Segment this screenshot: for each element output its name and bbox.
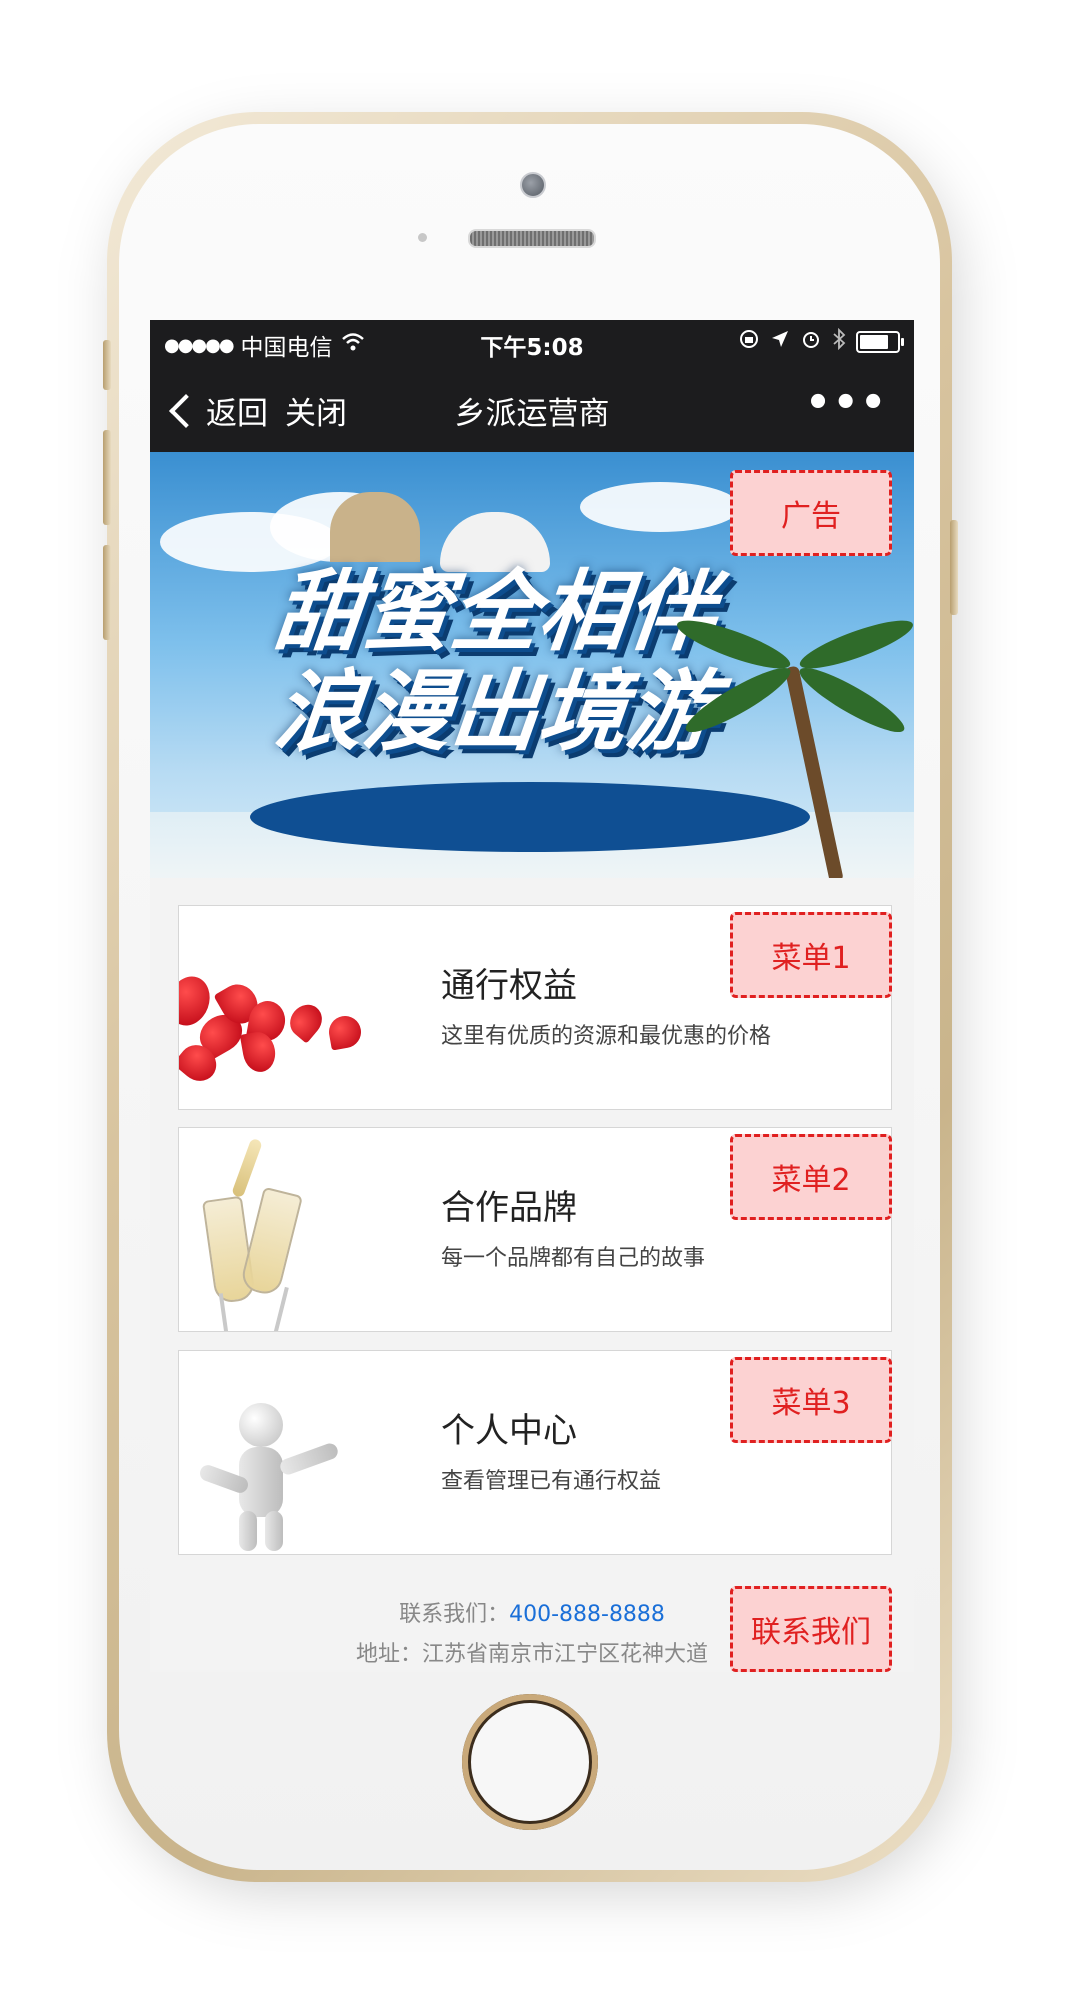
location-icon [770, 329, 790, 354]
menu-title: 通行权益 [441, 966, 577, 1006]
banner-headline-1: 甜蜜全相伴 [269, 560, 721, 663]
landmark-dome [330, 492, 420, 562]
menu-subtitle: 查看管理已有通行权益 [441, 1469, 662, 1494]
title-swoosh [250, 782, 810, 852]
mute-switch [103, 340, 111, 390]
phone-link[interactable]: 400-888-8888 [509, 1602, 665, 1627]
proximity-sensor [418, 233, 427, 242]
palm-leaf [795, 611, 914, 678]
volume-up-button [103, 430, 111, 525]
more-button[interactable]: ••• [805, 380, 888, 426]
alarm-icon [800, 328, 822, 355]
bluetooth-icon [832, 327, 846, 355]
annotation-contact: 联系我们 [730, 1586, 892, 1672]
menu-subtitle: 每一个品牌都有自己的故事 [441, 1246, 706, 1271]
champagne-glasses-image [179, 1128, 369, 1331]
contact-label: 联系我们： [399, 1602, 510, 1627]
front-camera [520, 172, 546, 198]
volume-down-button [103, 545, 111, 640]
earpiece-speaker [468, 229, 596, 248]
menu-title: 合作品牌 [441, 1188, 577, 1228]
rose-petals-image [179, 906, 369, 1109]
home-button[interactable] [462, 1694, 598, 1830]
annotation-ad: 广告 [730, 470, 892, 556]
navigation-bar: 返回 关闭 乡派运营商 ••• [150, 366, 914, 452]
annotation-menu3: 菜单3 [730, 1357, 892, 1443]
phone-screen: ●●●●● 中国电信 下午5:08 返回 关闭 乡派运营商 ••• 甜蜜全相伴 … [150, 320, 914, 1672]
rotation-lock-icon [738, 328, 760, 355]
battery-icon [856, 330, 904, 353]
cloud-shape [580, 482, 740, 532]
annotation-menu1: 菜单1 [730, 912, 892, 998]
banner-headline-2: 浪漫出境游 [269, 660, 721, 763]
status-bar: ●●●●● 中国电信 下午5:08 [150, 320, 914, 366]
menu-subtitle: 这里有优质的资源和最优惠的价格 [441, 1024, 772, 1049]
power-button [950, 520, 958, 615]
annotation-menu2: 菜单2 [730, 1134, 892, 1220]
menu-title: 个人中心 [441, 1411, 577, 1451]
page-title: 乡派运营商 [454, 396, 610, 432]
3d-person-image [179, 1351, 369, 1554]
